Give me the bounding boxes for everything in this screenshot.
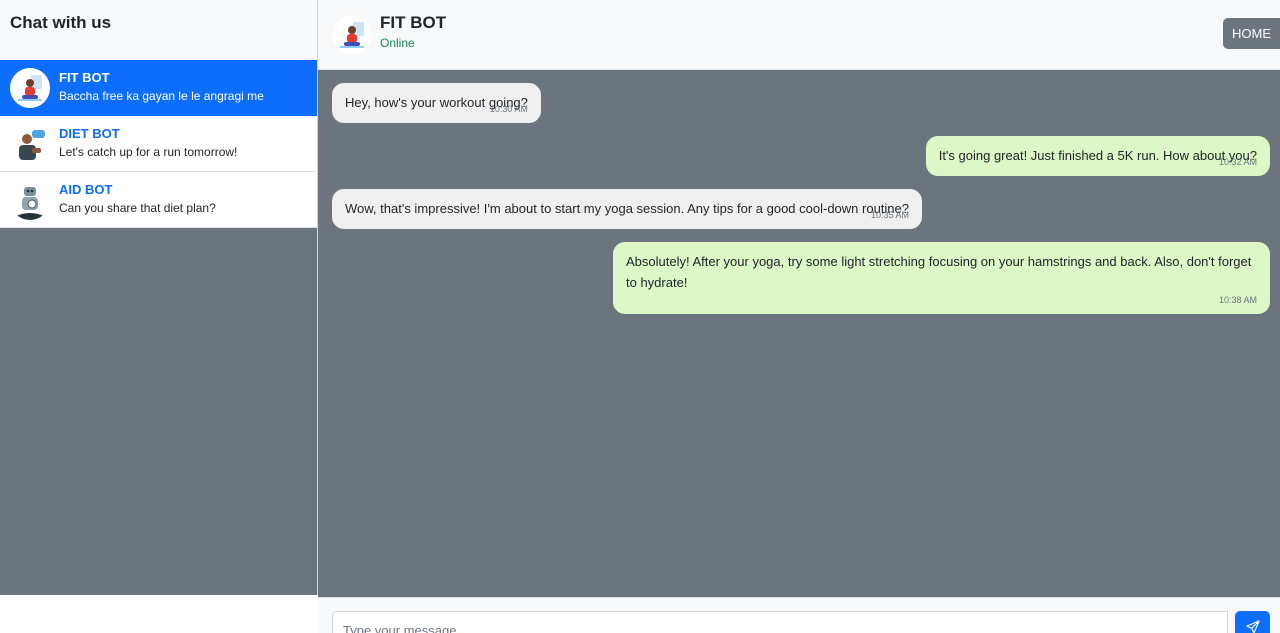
outgoing-message-bubble: Absolutely! After your yoga, try some li…	[613, 242, 1270, 314]
message-row: Hey, how's your workout going? 10:30 AM	[332, 83, 1270, 124]
contact-name: DIET BOT	[59, 126, 120, 142]
chat-contact-name: FIT BOT	[380, 13, 447, 32]
sidebar: Chat with us FIT BOT Baccha free ka gaya…	[0, 0, 318, 633]
chat-header: FIT BOT Online HOME	[318, 0, 1280, 70]
message-time: 10:38 AM	[1218, 294, 1257, 305]
outgoing-message-bubble: It's going great! Just finished a 5K run…	[925, 136, 1270, 177]
message-row: It's going great! Just finished a 5K run…	[332, 136, 1270, 177]
sidebar-footer	[0, 595, 318, 633]
send-button[interactable]	[1235, 611, 1270, 633]
incoming-message-bubble: Hey, how's your workout going? 10:30 AM	[332, 83, 541, 124]
message-text: Wow, that's impressive! I'm about to sta…	[345, 201, 909, 217]
contact-name: FIT BOT	[59, 70, 110, 86]
message-text: It's going great! Just finished a 5K run…	[938, 148, 1257, 164]
aid-bot-avatar	[10, 179, 50, 220]
contact-preview: Let's catch up for a run tomorrow!	[59, 145, 238, 160]
contact-diet-bot[interactable]: DIET BOT Let's catch up for a run tomorr…	[0, 116, 317, 172]
message-input[interactable]	[332, 611, 1228, 633]
diet-bot-avatar	[10, 123, 50, 164]
paper-plane-icon	[1245, 620, 1260, 633]
message-row: Wow, that's impressive! I'm about to sta…	[332, 189, 1270, 230]
contact-name: AID BOT	[59, 182, 113, 198]
contact-preview: Can you share that diet plan?	[59, 201, 216, 216]
message-list: Hey, how's your workout going? 10:30 AM …	[318, 70, 1280, 597]
incoming-message-bubble: Wow, that's impressive! I'm about to sta…	[332, 189, 922, 230]
contact-aid-bot[interactable]: AID BOT Can you share that diet plan?	[0, 172, 317, 228]
chat-avatar	[332, 14, 372, 55]
sidebar-header: Chat with us	[0, 0, 317, 60]
contact-fit-bot[interactable]: FIT BOT Baccha free ka gayan le le angra…	[0, 60, 317, 116]
contact-preview: Baccha free ka gayan le le angragi me	[59, 89, 264, 104]
fit-bot-avatar	[10, 67, 50, 108]
home-button[interactable]: HOME	[1223, 18, 1280, 49]
message-text: Absolutely! After your yoga, try some li…	[626, 254, 1252, 290]
message-row: Absolutely! After your yoga, try some li…	[332, 242, 1270, 314]
sidebar-title: Chat with us	[10, 13, 112, 32]
online-status: Online	[380, 36, 415, 50]
composer	[318, 597, 1280, 633]
chat-panel: FIT BOT Online HOME Hey, how's your work…	[318, 0, 1280, 633]
